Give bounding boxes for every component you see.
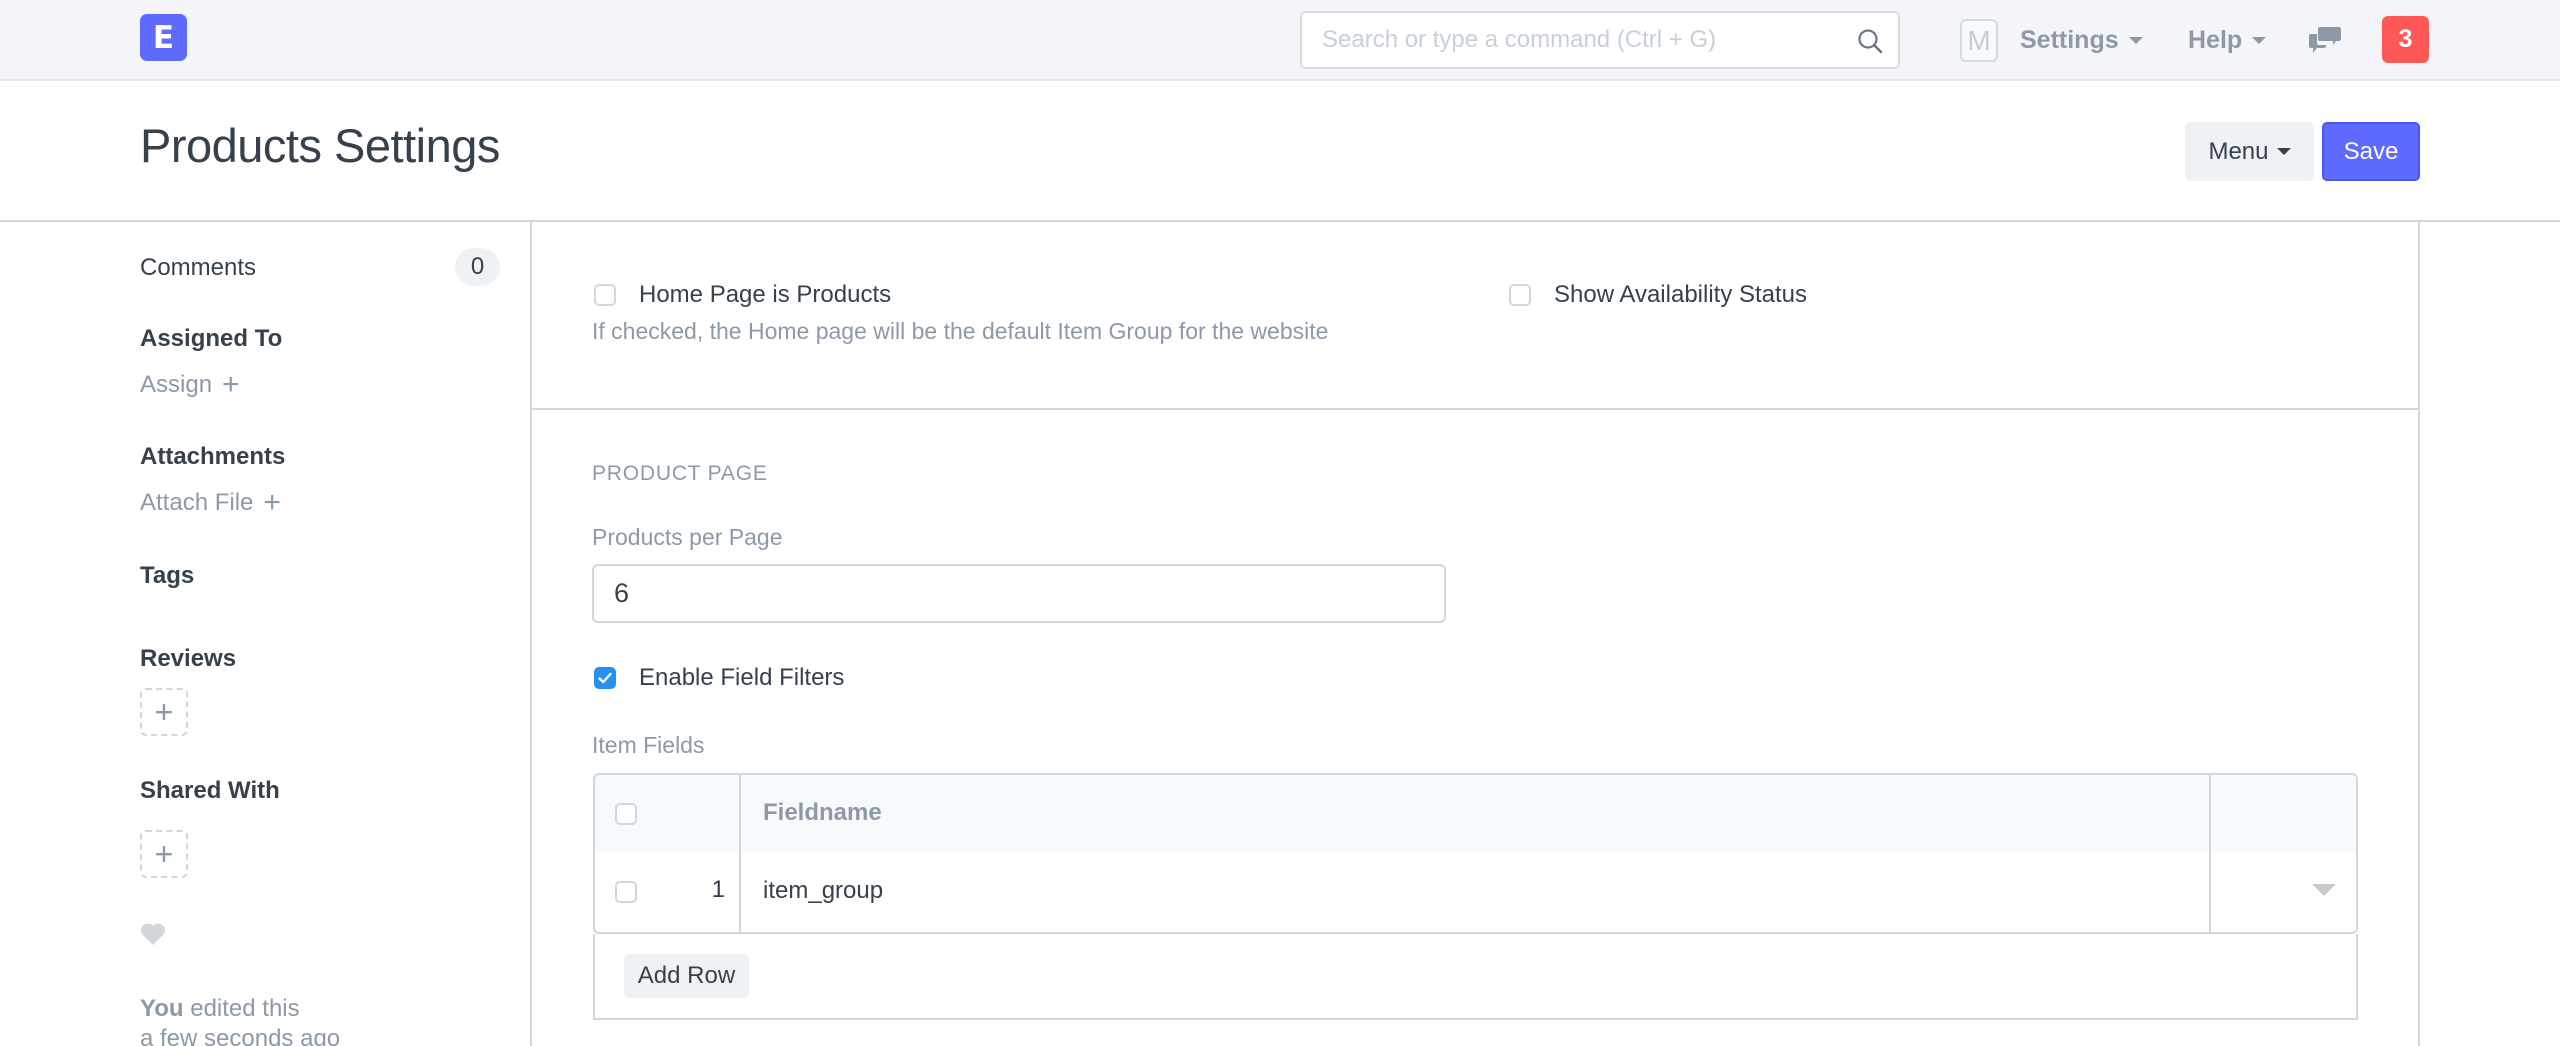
tags-heading: Tags	[140, 562, 195, 589]
add-share-button[interactable]: +	[140, 830, 188, 878]
column-divider	[739, 775, 741, 852]
row-index: 1	[711, 876, 725, 903]
help-dropdown[interactable]: Help	[2188, 22, 2267, 58]
search-input[interactable]	[1322, 13, 1842, 67]
plus-icon: +	[222, 368, 240, 401]
menu-button[interactable]: Menu	[2185, 122, 2314, 181]
plus-icon: +	[263, 486, 281, 519]
item-fields-label: Item Fields	[592, 732, 705, 758]
assigned-to-heading: Assigned To	[140, 325, 283, 352]
user-avatar[interactable]: M	[1960, 19, 1998, 62]
column-header-fieldname: Fieldname	[763, 799, 882, 826]
divider	[0, 220, 2560, 222]
search-icon[interactable]	[1856, 27, 1884, 55]
home-page-is-products-label: Home Page is Products	[639, 281, 892, 308]
plus-icon: +	[154, 835, 174, 872]
enable-field-filters-label: Enable Field Filters	[639, 664, 845, 691]
navbar: E M Settings Help 3	[0, 0, 2560, 81]
enable-field-filters-checkbox[interactable]: Enable Field Filters	[594, 664, 844, 692]
select-all-checkbox[interactable]	[615, 803, 637, 825]
table-row[interactable]: 1 item_group	[593, 852, 2358, 934]
show-availability-status-label: Show Availability Status	[1554, 281, 1808, 308]
row-checkbox[interactable]	[615, 881, 637, 903]
activity-actor: You	[140, 995, 184, 1022]
comments-label[interactable]: Comments	[140, 254, 256, 282]
add-row-button[interactable]: Add Row	[624, 954, 749, 998]
attachments-heading: Attachments	[140, 443, 286, 470]
checkbox-checked[interactable]	[594, 667, 616, 689]
row-edit-dropdown-icon[interactable]	[2312, 884, 2336, 896]
menu-label: Menu	[2208, 137, 2269, 165]
check-icon	[598, 672, 612, 684]
page-title: Products Settings	[140, 119, 500, 172]
column-divider	[739, 852, 741, 932]
plus-icon: +	[154, 693, 174, 730]
add-review-button[interactable]: +	[140, 688, 188, 736]
products-per-page-input[interactable]	[592, 564, 1446, 623]
activity-text: edited this	[190, 995, 300, 1022]
save-button[interactable]: Save	[2322, 122, 2420, 181]
column-divider	[2209, 775, 2211, 852]
shared-with-heading: Shared With	[140, 777, 280, 804]
comments-count-badge: 0	[455, 248, 500, 286]
settings-label: Settings	[2020, 25, 2119, 54]
assign-label: Assign	[140, 371, 213, 398]
home-page-is-products-checkbox[interactable]: Home Page is Products	[594, 281, 891, 309]
section-heading-product-page: PRODUCT PAGE	[592, 462, 768, 485]
products-per-page-label: Products per Page	[592, 524, 783, 550]
checkbox[interactable]	[594, 284, 616, 306]
table-header: Fieldname	[593, 773, 2358, 854]
assign-link[interactable]: Assign +	[140, 370, 240, 400]
app-logo[interactable]: E	[140, 14, 187, 61]
sidebar-divider	[530, 221, 532, 1046]
home-page-help-text: If checked, the Home page will be the de…	[592, 318, 1329, 344]
activity-note: You edited this a few seconds ago	[140, 994, 340, 1046]
table-footer: Add Row	[593, 934, 2358, 1020]
main-divider	[2418, 221, 2420, 1046]
search-bar[interactable]	[1300, 11, 1900, 69]
column-divider	[2209, 852, 2211, 932]
chat-icon[interactable]	[2308, 25, 2342, 55]
heart-icon[interactable]	[140, 922, 166, 946]
activity-time: a few seconds ago	[140, 1025, 341, 1046]
reviews-heading: Reviews	[140, 645, 237, 672]
attach-file-label: Attach File	[140, 489, 254, 516]
notification-badge[interactable]: 3	[2382, 16, 2429, 63]
section-divider	[531, 408, 2419, 410]
checkbox[interactable]	[1509, 284, 1531, 306]
attach-file-link[interactable]: Attach File +	[140, 488, 281, 518]
settings-dropdown[interactable]: Settings	[2020, 22, 2143, 58]
chevron-down-icon	[2252, 36, 2267, 44]
help-label: Help	[2188, 25, 2243, 54]
chevron-down-icon	[2128, 36, 2143, 44]
show-availability-status-checkbox[interactable]: Show Availability Status	[1509, 281, 1807, 309]
chevron-down-icon	[2276, 148, 2291, 155]
cell-fieldname[interactable]: item_group	[763, 877, 883, 905]
